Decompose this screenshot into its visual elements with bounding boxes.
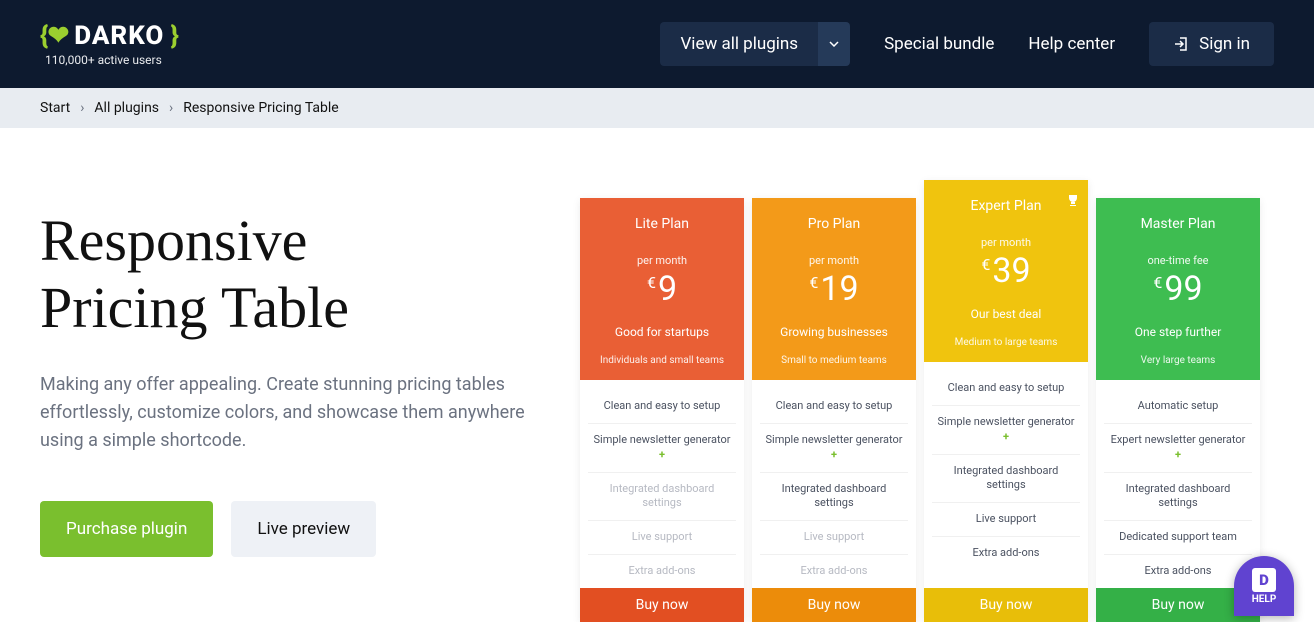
plan-subtext: Medium to large teams bbox=[930, 337, 1082, 348]
plan-name: Expert Plan bbox=[930, 198, 1082, 214]
plan-feature: Simple newsletter generator + bbox=[588, 424, 736, 473]
plan-feature: Expert newsletter generator + bbox=[1104, 424, 1252, 473]
plan-features: Clean and easy to setupSimple newsletter… bbox=[924, 362, 1088, 588]
plan-feature: Clean and easy to setup bbox=[760, 390, 908, 424]
plus-icon: + bbox=[831, 448, 837, 461]
plus-icon: + bbox=[1003, 430, 1009, 443]
plan-subtext: Small to medium teams bbox=[758, 355, 910, 366]
plan-price: €99 bbox=[1102, 269, 1254, 309]
buy-now-button[interactable]: Buy now bbox=[752, 588, 916, 622]
plan-price: €19 bbox=[758, 269, 910, 309]
plan-feature: Simple newsletter generator + bbox=[932, 406, 1080, 455]
nav: View all plugins Special bundle Help cen… bbox=[660, 22, 1274, 66]
plan-period: per month bbox=[930, 236, 1082, 249]
chevron-right-icon: › bbox=[169, 100, 173, 116]
buy-now-button[interactable]: Buy now bbox=[580, 588, 744, 622]
help-widget-button[interactable]: D HELP bbox=[1234, 556, 1294, 616]
hero: ResponsivePricing Table Making any offer… bbox=[40, 198, 550, 622]
breadcrumb-current: Responsive Pricing Table bbox=[183, 100, 338, 116]
plan-header: Master Plan one-time fee €99 One step furth… bbox=[1096, 198, 1260, 380]
page-title: ResponsivePricing Table bbox=[40, 208, 550, 341]
plan-description: Our best deal bbox=[930, 307, 1082, 321]
plan-feature: Extra add-ons bbox=[588, 555, 736, 588]
sign-in-button[interactable]: Sign in bbox=[1149, 22, 1274, 66]
trophy-icon bbox=[1066, 192, 1080, 211]
live-preview-button[interactable]: Live preview bbox=[231, 501, 376, 557]
logo-brace-right-icon: } bbox=[170, 21, 177, 51]
sign-in-icon bbox=[1173, 36, 1189, 52]
pricing-plans: Lite Plan per month €9 Good for startups Ind… bbox=[580, 198, 1260, 622]
view-all-plugins-dropdown[interactable]: View all plugins bbox=[660, 22, 850, 66]
plan-feature: Simple newsletter generator + bbox=[760, 424, 908, 473]
breadcrumb: Start › All plugins › Responsive Pricing… bbox=[0, 88, 1314, 128]
logo-text: DARKO bbox=[74, 21, 164, 51]
breadcrumb-start[interactable]: Start bbox=[40, 100, 70, 116]
plan-header: Expert Plan per month €39 Our best deal Medi… bbox=[924, 180, 1088, 362]
plan-feature: Clean and easy to setup bbox=[932, 372, 1080, 406]
logo-subtext: 110,000+ active users bbox=[45, 53, 178, 67]
plan-price: €39 bbox=[930, 251, 1082, 291]
plan-period: per month bbox=[758, 254, 910, 267]
help-widget-label: HELP bbox=[1252, 594, 1277, 605]
plan-feature: Integrated dashboard settings bbox=[588, 473, 736, 522]
plan-description: One step further bbox=[1102, 325, 1254, 339]
plan-feature: Extra add-ons bbox=[760, 555, 908, 588]
plan-description: Good for startups bbox=[586, 325, 738, 339]
plan-feature: Dedicated support team bbox=[1104, 521, 1252, 555]
plan-header: Lite Plan per month €9 Good for startups Ind… bbox=[580, 198, 744, 380]
breadcrumb-all-plugins[interactable]: All plugins bbox=[94, 100, 159, 116]
view-all-plugins-button[interactable]: View all plugins bbox=[660, 22, 818, 66]
plan-feature: Integrated dashboard settings bbox=[1104, 473, 1252, 522]
plan-name: Lite Plan bbox=[586, 216, 738, 232]
plan-lite: Lite Plan per month €9 Good for startups Ind… bbox=[580, 198, 744, 622]
top-navbar: {❤DARKO} 110,000+ active users View all … bbox=[0, 0, 1314, 88]
hero-description: Making any offer appealing. Create stunn… bbox=[40, 371, 550, 455]
plan-feature: Integrated dashboard settings bbox=[932, 455, 1080, 504]
logo[interactable]: {❤DARKO} 110,000+ active users bbox=[40, 21, 178, 67]
plus-icon: + bbox=[1175, 448, 1181, 461]
plan-feature: Automatic setup bbox=[1104, 390, 1252, 424]
plan-description: Growing businesses bbox=[758, 325, 910, 339]
plan-expert: Expert Plan per month €39 Our best deal Medi… bbox=[924, 180, 1088, 622]
plan-feature: Integrated dashboard settings bbox=[760, 473, 908, 522]
plan-pro: Pro Plan per month €19 Growing businesses Sm… bbox=[752, 198, 916, 622]
plan-feature: Live support bbox=[932, 503, 1080, 537]
plan-header: Pro Plan per month €19 Growing businesses Sm… bbox=[752, 198, 916, 380]
buy-now-button[interactable]: Buy now bbox=[924, 588, 1088, 622]
plan-feature: Clean and easy to setup bbox=[588, 390, 736, 424]
plan-master: Master Plan one-time fee €99 One step furth… bbox=[1096, 198, 1260, 622]
plan-features: Clean and easy to setupSimple newsletter… bbox=[580, 380, 744, 588]
plan-feature: Extra add-ons bbox=[1104, 555, 1252, 588]
plus-icon: + bbox=[659, 448, 665, 461]
plan-price: €9 bbox=[586, 269, 738, 309]
sign-in-label: Sign in bbox=[1199, 34, 1250, 54]
help-widget-icon: D bbox=[1252, 568, 1276, 592]
chevron-down-icon[interactable] bbox=[818, 22, 850, 66]
plan-features: Clean and easy to setupSimple newsletter… bbox=[752, 380, 916, 588]
chevron-right-icon: › bbox=[80, 100, 84, 116]
plan-feature: Live support bbox=[588, 521, 736, 555]
plan-features: Automatic setupExpert newsletter generat… bbox=[1096, 380, 1260, 588]
purchase-plugin-button[interactable]: Purchase plugin bbox=[40, 501, 213, 557]
plan-name: Master Plan bbox=[1102, 216, 1254, 232]
nav-special-bundle[interactable]: Special bundle bbox=[884, 34, 994, 54]
plan-subtext: Very large teams bbox=[1102, 355, 1254, 366]
nav-help-center[interactable]: Help center bbox=[1028, 34, 1115, 54]
main-content: ResponsivePricing Table Making any offer… bbox=[0, 128, 1314, 622]
plan-name: Pro Plan bbox=[758, 216, 910, 232]
plan-period: per month bbox=[586, 254, 738, 267]
logo-brace-left-icon: {❤ bbox=[40, 21, 68, 51]
plan-period: one-time fee bbox=[1102, 254, 1254, 267]
plan-feature: Extra add-ons bbox=[932, 537, 1080, 570]
plan-feature: Live support bbox=[760, 521, 908, 555]
plan-subtext: Individuals and small teams bbox=[586, 355, 738, 366]
